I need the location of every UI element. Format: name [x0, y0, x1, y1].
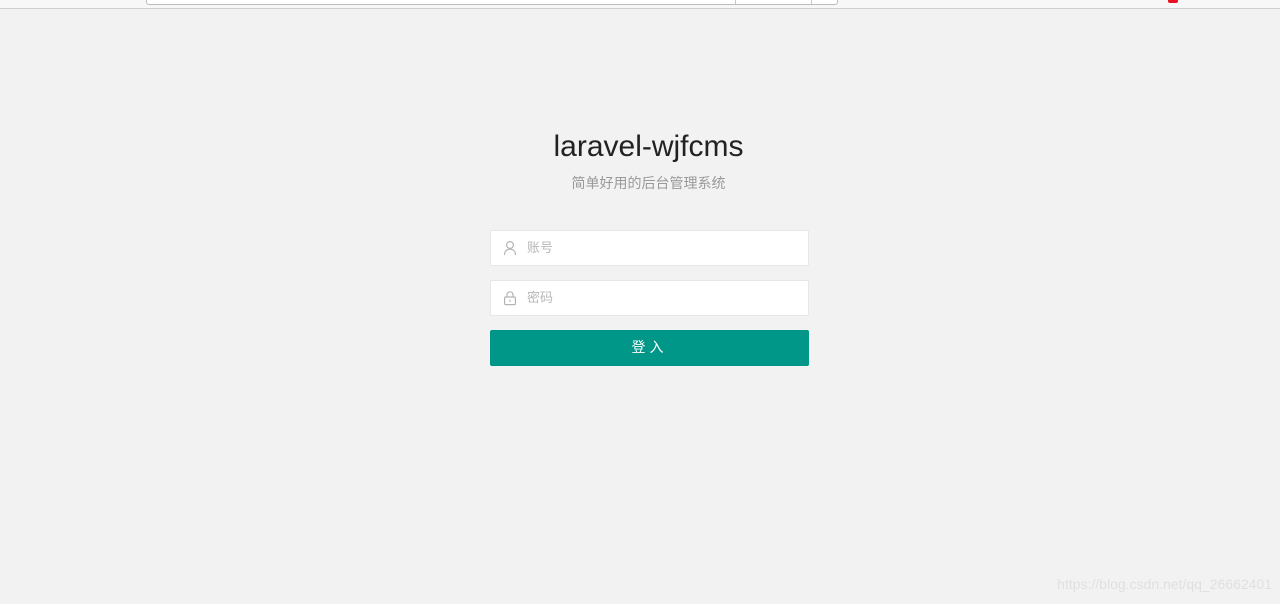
username-input[interactable]	[527, 231, 797, 265]
password-field[interactable]	[490, 280, 809, 316]
address-bar-divider	[735, 0, 736, 4]
address-bar[interactable]	[146, 0, 838, 5]
username-field[interactable]	[490, 230, 809, 266]
page-subtitle: 简单好用的后台管理系统	[571, 175, 726, 191]
user-icon	[502, 240, 518, 256]
lock-icon	[502, 290, 518, 306]
login-button[interactable]: 登入	[490, 330, 809, 366]
address-bar-divider	[811, 0, 812, 4]
page-title: laravel-wjfcms	[553, 130, 744, 163]
notification-marker	[1168, 0, 1178, 3]
password-input[interactable]	[527, 281, 797, 315]
watermark: https://blog.csdn.net/qq_26662401	[1057, 576, 1272, 592]
browser-chrome-strip	[0, 0, 1280, 9]
